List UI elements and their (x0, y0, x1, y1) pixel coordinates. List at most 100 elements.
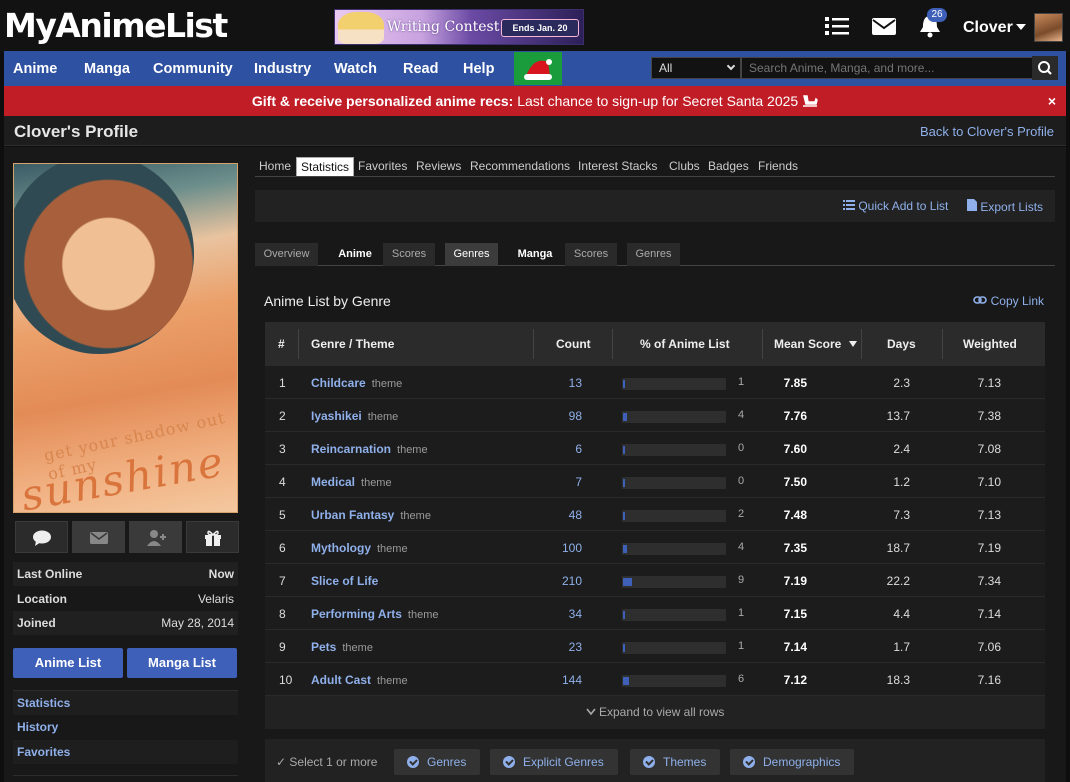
nav-community[interactable]: Community (153, 61, 233, 77)
message-button[interactable] (72, 521, 125, 553)
search-category-select[interactable]: All (651, 57, 741, 79)
nav-read[interactable]: Read (403, 61, 438, 77)
user-avatar[interactable] (1034, 13, 1063, 42)
tab-home[interactable]: Home (259, 159, 291, 173)
search-button[interactable] (1032, 56, 1058, 80)
row-genre-link[interactable]: Iyashikei theme (311, 409, 398, 423)
list-icon[interactable] (824, 14, 850, 38)
row-genre-name: Mythology (311, 541, 371, 555)
nav-anime[interactable]: Anime (13, 61, 57, 77)
subtab-manga-genres[interactable]: Genres (627, 243, 680, 266)
subtab-anime-scores[interactable]: Scores (383, 243, 435, 266)
row-count-link[interactable]: 6 (575, 442, 582, 456)
row-count-link[interactable]: 48 (569, 508, 582, 522)
row-genre-link[interactable]: Adult Cast theme (311, 673, 408, 687)
row-days: 18.7 (886, 541, 910, 555)
nav-manga[interactable]: Manga (84, 61, 130, 77)
nav-help[interactable]: Help (463, 61, 494, 77)
santa-hat-icon[interactable] (514, 52, 562, 85)
sidebar-link-statistics[interactable]: Statistics (13, 691, 238, 715)
row-genre-link[interactable]: Pets theme (311, 640, 373, 654)
header-genre[interactable]: Genre / Theme (311, 337, 394, 351)
header-weighted[interactable]: Weighted (963, 337, 1017, 351)
filter-themes-label: Themes (663, 755, 707, 769)
row-genre-link[interactable]: Childcare theme (311, 376, 402, 390)
nav-watch[interactable]: Watch (334, 61, 377, 77)
sidebar-link-favorites[interactable]: Favorites (13, 740, 238, 764)
row-genre-link[interactable]: Medical theme (311, 475, 392, 489)
row-genre-link[interactable]: Slice of Life (311, 574, 384, 588)
table-row: 5 Urban Fantasy theme 48 2 7.48 7.3 7.13 (265, 498, 1045, 531)
sort-desc-icon[interactable] (849, 341, 857, 347)
row-mean-score: 7.60 (783, 442, 807, 456)
row-count-link[interactable]: 144 (562, 673, 582, 687)
manga-list-button[interactable]: Manga List (127, 648, 237, 678)
row-count-link[interactable]: 98 (569, 409, 582, 423)
subtab-anime-genres[interactable]: Genres (445, 243, 498, 266)
row-genre-tag: theme (397, 444, 428, 456)
sidebar-link-history[interactable]: History (13, 715, 238, 739)
row-genre-link[interactable]: Mythology theme (311, 541, 408, 555)
add-friend-button[interactable] (129, 521, 182, 553)
user-menu-name[interactable]: Clover (963, 19, 1013, 37)
mail-icon[interactable] (871, 14, 897, 38)
search-input[interactable] (741, 57, 1033, 79)
header-count[interactable]: Count (556, 337, 591, 351)
subtab-manga-scores[interactable]: Scores (565, 243, 617, 266)
row-count-link[interactable]: 100 (562, 541, 582, 555)
header-days[interactable]: Days (887, 337, 916, 351)
row-genre-tag: theme (371, 378, 403, 390)
row-mean-score: 7.76 (783, 409, 807, 423)
file-icon (967, 199, 977, 211)
writing-contest-banner[interactable]: Writing Contest Ends Jan. 20 (334, 9, 584, 45)
header-divider (861, 329, 862, 359)
row-percent: 0 (738, 475, 745, 487)
stats-sub-tabs: Overview Anime Scores Genres Manga Score… (255, 243, 1055, 266)
row-genre-tag: theme (377, 543, 408, 555)
tab-statistics[interactable]: Statistics (296, 157, 355, 176)
announcement-bar[interactable]: Gift & receive personalized anime recs: … (4, 86, 1066, 116)
row-count-link[interactable]: 23 (569, 640, 582, 654)
comment-button[interactable] (15, 521, 68, 553)
tab-recommendations[interactable]: Recommendations (470, 159, 570, 173)
row-count-link[interactable]: 210 (562, 574, 582, 588)
header-divider (942, 329, 943, 359)
close-icon[interactable]: × (1048, 86, 1056, 116)
subtab-overview[interactable]: Overview (255, 243, 318, 266)
chevron-down-icon[interactable] (1016, 24, 1026, 30)
header-mean-score[interactable]: Mean Score (774, 337, 841, 351)
site-logo[interactable]: MyAnimeList (4, 6, 228, 45)
tab-friends[interactable]: Friends (758, 159, 798, 173)
filter-explicit-genres-button[interactable]: Explicit Genres (490, 749, 618, 775)
expand-rows-button[interactable]: Expand to view all rows (265, 696, 1045, 729)
copy-link-button[interactable]: Copy Link (973, 294, 1044, 308)
back-to-profile-link[interactable]: Back to Clover's Profile (920, 124, 1054, 139)
row-genre-link[interactable]: Urban Fantasy theme (311, 508, 431, 522)
header-percent[interactable]: % of Anime List (640, 337, 730, 351)
tab-badges[interactable]: Badges (708, 159, 749, 173)
tab-favorites[interactable]: Favorites (358, 159, 407, 173)
filter-genres-button[interactable]: Genres (394, 749, 481, 775)
filter-themes-button[interactable]: Themes (630, 749, 721, 775)
row-count-link[interactable]: 34 (569, 607, 582, 621)
tab-reviews[interactable]: Reviews (416, 159, 461, 173)
anime-list-button[interactable]: Anime List (13, 648, 123, 678)
row-mean-score: 7.48 (783, 508, 807, 522)
filter-demographics-button[interactable]: Demographics (730, 749, 855, 775)
quick-add-button[interactable]: Quick Add to List (843, 199, 948, 213)
row-count-link[interactable]: 7 (575, 475, 582, 489)
row-genre-link[interactable]: Performing Arts theme (311, 607, 438, 621)
section-title: Anime List by Genre (264, 293, 391, 309)
gift-button[interactable] (186, 521, 239, 553)
table-row: 4 Medical theme 7 0 7.50 1.2 7.10 (265, 465, 1045, 498)
search-category-value: All (659, 61, 673, 75)
row-count-link[interactable]: 13 (569, 376, 582, 390)
nav-industry[interactable]: Industry (254, 61, 311, 77)
export-lists-button[interactable]: Export Lists (967, 199, 1043, 214)
tab-interest-stacks[interactable]: Interest Stacks (578, 159, 657, 173)
tab-clubs[interactable]: Clubs (669, 159, 700, 173)
top-bar: MyAnimeList Writing Contest Ends Jan. 20… (0, 0, 1070, 52)
check-circle-icon (407, 756, 419, 768)
row-genre-link[interactable]: Reincarnation theme (311, 442, 428, 456)
row-percent-bar-fill (623, 677, 630, 685)
